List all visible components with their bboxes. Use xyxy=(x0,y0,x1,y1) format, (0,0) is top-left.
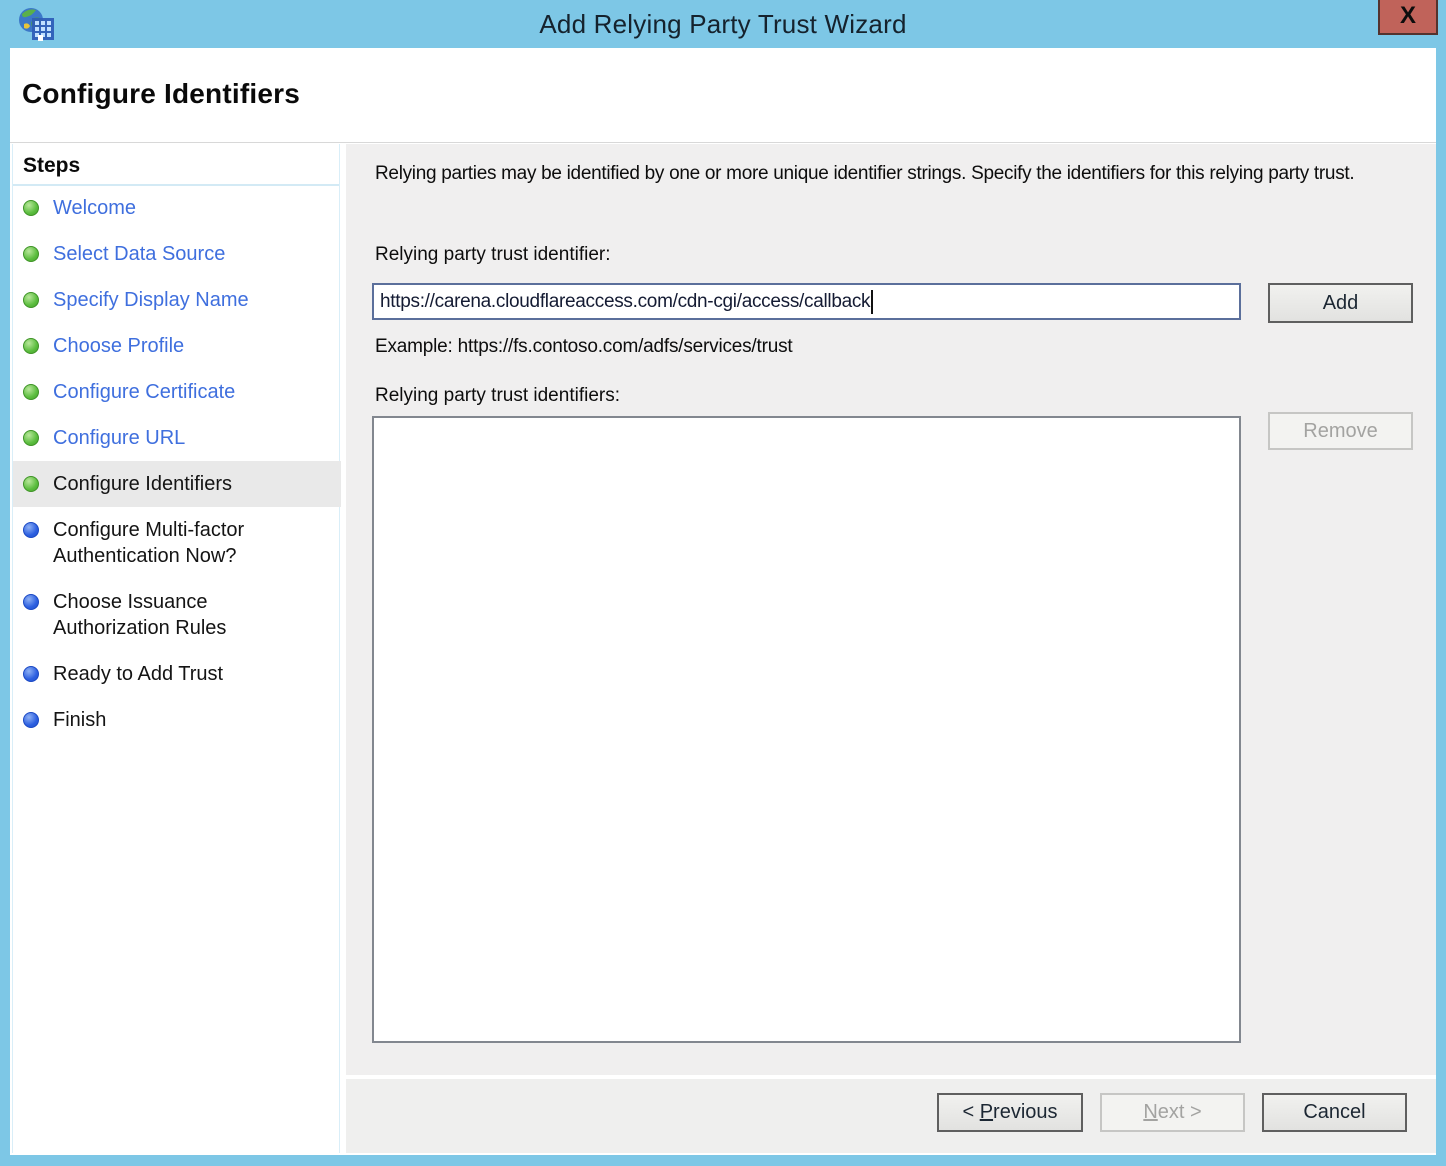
steps-heading: Steps xyxy=(23,154,80,178)
step-complete-icon xyxy=(23,292,39,308)
identifier-input-value: https://carena.cloudflareaccess.com/cdn-… xyxy=(380,291,870,313)
identifier-input[interactable]: https://carena.cloudflareaccess.com/cdn-… xyxy=(372,283,1241,320)
step-configure-mfa: Configure Multi-factor Authentication No… xyxy=(13,507,341,579)
step-complete-icon xyxy=(23,246,39,262)
step-complete-icon xyxy=(23,200,39,216)
step-configure-certificate[interactable]: Configure Certificate xyxy=(13,369,341,415)
step-ready-to-add-trust: Ready to Add Trust xyxy=(13,651,341,697)
steps-sidebar: Steps Welcome Select Data Source Specify… xyxy=(12,144,340,1153)
window-title: Add Relying Party Trust Wizard xyxy=(0,0,1446,48)
window-body: Configure Identifiers Steps Welcome Sele… xyxy=(10,48,1436,1155)
titlebar[interactable]: Add Relying Party Trust Wizard X xyxy=(0,0,1446,48)
step-select-data-source[interactable]: Select Data Source xyxy=(13,231,341,277)
identifiers-listbox[interactable] xyxy=(372,416,1241,1043)
identifiers-list-label: Relying party trust identifiers: xyxy=(375,385,620,407)
identifier-label: Relying party trust identifier: xyxy=(375,244,611,266)
step-choose-profile[interactable]: Choose Profile xyxy=(13,323,341,369)
step-configure-url[interactable]: Configure URL xyxy=(13,415,341,461)
step-complete-icon xyxy=(23,430,39,446)
step-finish: Finish xyxy=(13,697,341,743)
wizard-window: Add Relying Party Trust Wizard X Configu… xyxy=(0,0,1446,1166)
step-complete-icon xyxy=(23,338,39,354)
page-header: Configure Identifiers xyxy=(10,48,1436,143)
page-title: Configure Identifiers xyxy=(22,78,300,110)
content-pane: Relying parties may be identified by one… xyxy=(346,144,1436,1075)
step-pending-icon xyxy=(23,666,39,682)
step-complete-icon xyxy=(23,384,39,400)
previous-button[interactable]: < Previous xyxy=(937,1093,1083,1132)
steps-list: Welcome Select Data Source Specify Displ… xyxy=(13,185,341,743)
step-choose-issuance-rules: Choose Issuance Authorization Rules xyxy=(13,579,341,651)
footer-bar: < Previous Next > Cancel xyxy=(346,1079,1436,1153)
step-pending-icon xyxy=(23,522,39,538)
step-pending-icon xyxy=(23,594,39,610)
remove-button[interactable]: Remove xyxy=(1268,412,1413,450)
cancel-button[interactable]: Cancel xyxy=(1262,1093,1407,1132)
intro-text: Relying parties may be identified by one… xyxy=(375,160,1405,187)
step-pending-icon xyxy=(23,712,39,728)
step-complete-icon xyxy=(23,476,39,492)
step-specify-display-name[interactable]: Specify Display Name xyxy=(13,277,341,323)
add-button[interactable]: Add xyxy=(1268,283,1413,323)
next-button[interactable]: Next > xyxy=(1100,1093,1245,1132)
step-welcome[interactable]: Welcome xyxy=(13,185,341,231)
example-text: Example: https://fs.contoso.com/adfs/ser… xyxy=(375,336,792,358)
step-configure-identifiers: Configure Identifiers xyxy=(13,461,341,507)
text-caret xyxy=(871,290,873,314)
close-button[interactable]: X xyxy=(1378,0,1438,35)
